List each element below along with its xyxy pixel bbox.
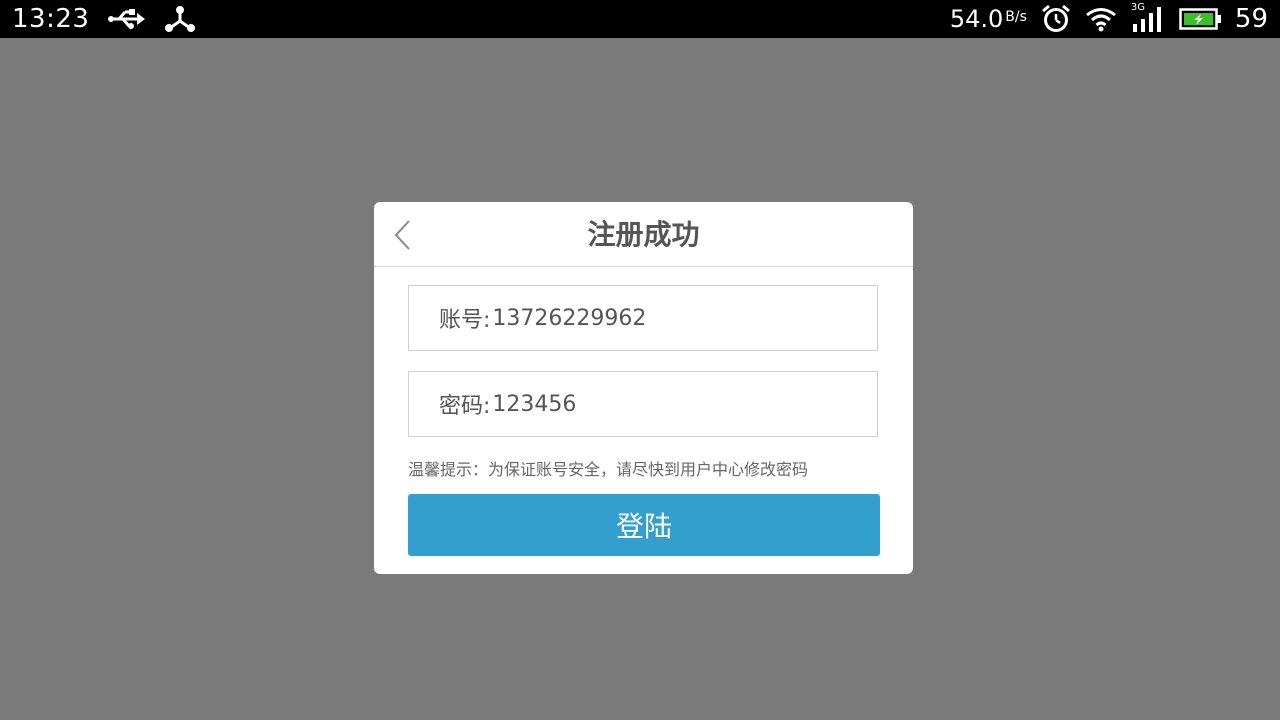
battery-icon [1179, 7, 1223, 31]
alarm-icon [1041, 4, 1071, 34]
status-bar-left: 13:23 [12, 0, 196, 38]
password-value: 123456 [492, 391, 577, 417]
network-speed-unit: B/s [1005, 9, 1027, 25]
registration-success-dialog: 注册成功 账号: 13726229962 密码: 123456 温馨提示：为保证… [374, 202, 913, 574]
signal-3g-icon: 3G [1131, 2, 1165, 32]
security-tip: 温馨提示：为保证账号安全，请尽快到用户中心修改密码 [408, 460, 809, 479]
status-bar: 13:23 54.0 B/s 3G 59 [0, 0, 1280, 38]
account-label: 账号: [439, 308, 491, 333]
battery-level: 59 [1234, 4, 1268, 34]
account-value: 13726229962 [492, 305, 647, 331]
status-time: 13:23 [12, 4, 90, 34]
network-type-label: 3G [1130, 2, 1146, 13]
password-field: 密码: 123456 [408, 371, 878, 437]
network-speed: 54.0 [949, 5, 1004, 33]
password-label: 密码: [439, 394, 491, 419]
status-bar-right: 54.0 B/s 3G 59 [950, 0, 1268, 38]
dialog-title: 注册成功 [587, 218, 700, 251]
account-field: 账号: 13726229962 [408, 285, 878, 351]
dialog-header: 注册成功 [374, 202, 913, 267]
usb-icon [107, 8, 147, 30]
login-button[interactable]: 登陆 [408, 494, 880, 556]
wifi-icon [1085, 6, 1117, 32]
share-icon [165, 5, 196, 33]
